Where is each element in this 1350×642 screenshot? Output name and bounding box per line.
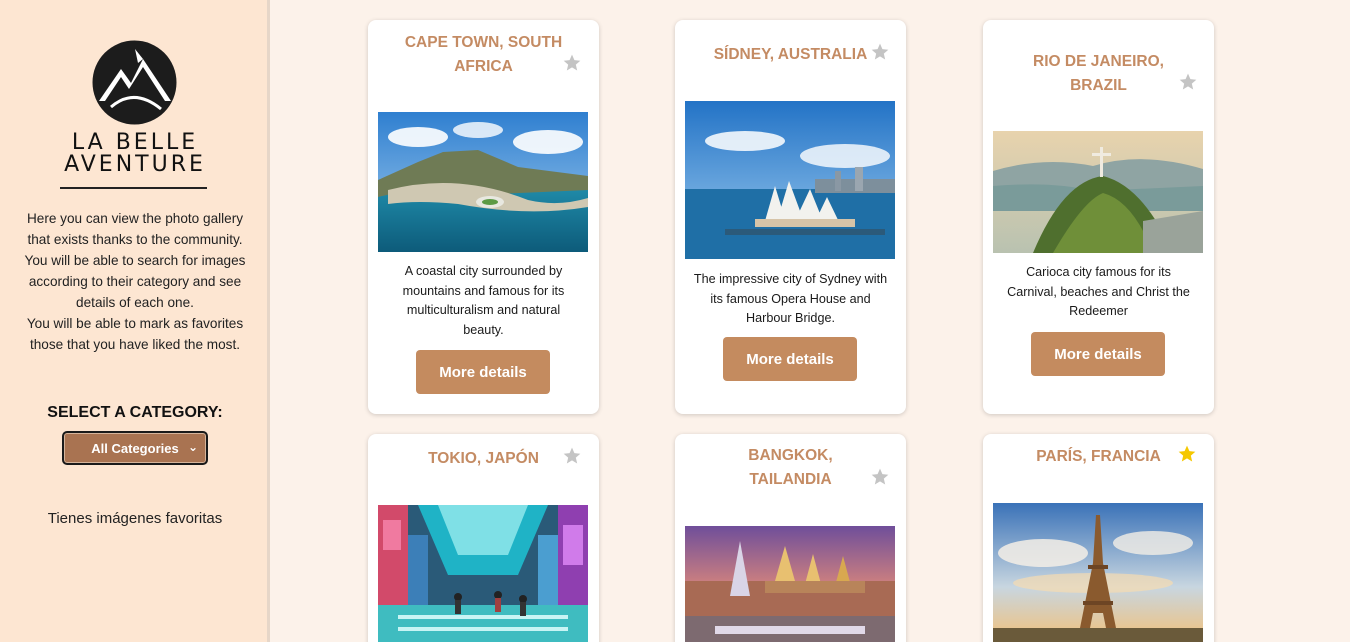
card-description-line: beauty. bbox=[463, 322, 504, 337]
card-title: RIO DE JANEIRO, BRAZIL bbox=[1011, 50, 1186, 98]
card-title-line: BANGKOK, bbox=[748, 447, 833, 464]
gallery-card: CAPE TOWN, SOUTH AFRICA A coastal city s… bbox=[368, 20, 599, 414]
mountain-logo-icon bbox=[92, 40, 177, 125]
intro-line: Here you can view the photo gallery bbox=[26, 211, 244, 226]
more-details-button[interactable]: More details bbox=[1031, 332, 1165, 376]
card-image-rio bbox=[993, 131, 1203, 253]
card-title-line: TOKIO, JAPÓN bbox=[428, 450, 539, 467]
intro-line: You will be able to search for images bbox=[24, 253, 246, 268]
card-description: The impressive city of Sydney with its f… bbox=[693, 270, 888, 329]
card-title-line: PARÍS, FRANCIA bbox=[1036, 448, 1161, 465]
favorites-text: Tienes imágenes favoritas bbox=[47, 510, 223, 527]
card-description-line: Harbour Bridge. bbox=[746, 311, 835, 325]
gallery-card: BANGKOK, TAILANDIA bbox=[675, 434, 906, 642]
intro-line: that exists thanks to the community. bbox=[27, 232, 243, 247]
card-title-line: BRAZIL bbox=[1070, 77, 1127, 94]
intro-line: according to their category and see bbox=[28, 274, 242, 289]
gallery-card: PARÍS, FRANCIA bbox=[983, 434, 1214, 642]
card-title: CAPE TOWN, SOUTH AFRICA bbox=[396, 31, 571, 79]
more-details-button[interactable]: More details bbox=[416, 350, 550, 394]
card-description-line: Redeemer bbox=[1069, 304, 1128, 318]
star-icon[interactable] bbox=[1177, 444, 1197, 464]
card-image-cape-town bbox=[378, 112, 588, 252]
gallery-card: RIO DE JANEIRO, BRAZIL Carioca city famo… bbox=[983, 20, 1214, 414]
card-description: Carioca city famous for its Carnival, be… bbox=[1001, 263, 1196, 322]
card-description-line: A coastal city surrounded by bbox=[404, 264, 563, 278]
card-description-line: mountains and famous for its bbox=[402, 283, 565, 298]
card-image-sydney bbox=[685, 101, 895, 259]
category-label: SELECT A CATEGORY: bbox=[47, 404, 223, 421]
brand-underline bbox=[60, 187, 207, 189]
card-description-line: its famous Opera House and bbox=[710, 291, 871, 306]
gallery-card: SÍDNEY, AUSTRALIA The impressive city of… bbox=[675, 20, 906, 414]
star-icon[interactable] bbox=[870, 42, 890, 62]
card-image-tokyo bbox=[378, 505, 588, 642]
more-details-button[interactable]: More details bbox=[723, 337, 857, 381]
star-icon[interactable] bbox=[562, 446, 582, 466]
card-title: SÍDNEY, AUSTRALIA bbox=[703, 43, 878, 67]
star-icon[interactable] bbox=[562, 53, 582, 73]
card-image-bangkok bbox=[685, 526, 895, 642]
card-image-paris bbox=[993, 503, 1203, 642]
card-title-line: RIO DE JANEIRO, bbox=[1033, 53, 1164, 70]
star-icon[interactable] bbox=[870, 467, 890, 487]
intro-line: details of each one. bbox=[76, 295, 194, 310]
sidebar: LA BELLE AVENTURE Here you can view the … bbox=[0, 0, 270, 642]
card-description-line: The impressive city of Sydney with bbox=[693, 272, 888, 286]
star-icon[interactable] bbox=[1178, 72, 1198, 92]
card-title: PARÍS, FRANCIA bbox=[1011, 445, 1186, 469]
card-title-line: SÍDNEY, AUSTRALIA bbox=[713, 46, 868, 63]
card-title: BANGKOK, TAILANDIA bbox=[703, 444, 878, 492]
chevron-down-icon: ⌄ bbox=[187, 440, 198, 454]
card-title: TOKIO, JAPÓN bbox=[396, 447, 571, 471]
card-title-line: CAPE TOWN, SOUTH bbox=[404, 34, 563, 51]
category-select[interactable]: All Categories ⌄ bbox=[62, 431, 208, 465]
brand-line-2: AVENTURE bbox=[64, 152, 206, 177]
card-title-line: TAILANDIA bbox=[749, 471, 832, 488]
gallery-card: TOKIO, JAPÓN bbox=[368, 434, 599, 642]
intro-text: Here you can view the photo gallery that… bbox=[14, 208, 256, 355]
card-description-line: Carioca city famous for its bbox=[1026, 265, 1171, 279]
card-description: A coastal city surrounded by mountains a… bbox=[386, 262, 581, 340]
card-description-line: multiculturalism and natural bbox=[406, 303, 561, 317]
intro-line: You will be able to mark as favorites bbox=[26, 316, 244, 331]
card-description-line: Carnival, beaches and Christ the bbox=[1007, 284, 1190, 299]
intro-line: those that you have liked the most. bbox=[29, 337, 241, 352]
category-select-value: All Categories bbox=[91, 440, 179, 456]
card-title-line: AFRICA bbox=[454, 58, 513, 75]
